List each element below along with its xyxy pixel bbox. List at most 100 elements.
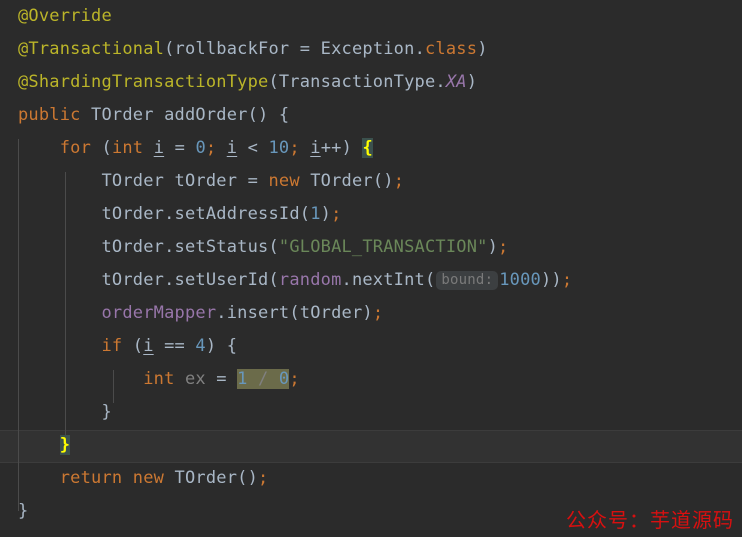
semicolon: ; bbox=[393, 171, 405, 191]
variable-i: i bbox=[143, 336, 154, 356]
keyword-new: new bbox=[132, 468, 165, 488]
dot: . bbox=[164, 270, 175, 290]
semicolon: ; bbox=[205, 138, 217, 158]
code-line-15[interactable]: return new TOrder(); bbox=[0, 462, 742, 495]
variable-i: i bbox=[310, 138, 321, 158]
paren-close: ) bbox=[362, 303, 373, 323]
paren-close: ) bbox=[320, 204, 332, 224]
code-line-1[interactable]: @Override bbox=[0, 0, 742, 33]
code-lines[interactable]: @Override @Transactional(rollbackFor = E… bbox=[0, 0, 742, 528]
paren-close: ) bbox=[477, 39, 488, 59]
keyword-public: public bbox=[18, 105, 81, 125]
paren-open: ( bbox=[268, 72, 279, 92]
string-global-transaction: "GLOBAL_TRANSACTION" bbox=[278, 237, 488, 257]
paren-close: ) bbox=[258, 105, 269, 125]
type-torder: TOrder bbox=[101, 171, 165, 191]
type-exception: Exception bbox=[320, 39, 415, 59]
number-0: 0 bbox=[195, 138, 206, 158]
variable-torder: tOrder bbox=[101, 237, 165, 257]
semicolon: ; bbox=[498, 237, 509, 257]
code-line-4[interactable]: public TOrder addOrder() { bbox=[0, 99, 742, 132]
brace-open: { bbox=[278, 105, 290, 125]
number-4: 4 bbox=[195, 336, 206, 356]
type-transactiontype: TransactionType bbox=[278, 72, 436, 92]
keyword-for: for bbox=[59, 138, 92, 158]
method-insert: insert bbox=[226, 303, 290, 323]
method-nextint: nextInt bbox=[351, 270, 425, 290]
paren-open: ( bbox=[424, 270, 436, 290]
annotation-shardingtransactiontype: @ShardingTransactionType bbox=[18, 72, 269, 92]
code-line-12[interactable]: int ex = 1 / 0; bbox=[0, 363, 742, 396]
division-by-zero-warning: 1 / 0 bbox=[237, 369, 290, 389]
equals-operator: = bbox=[247, 171, 259, 191]
equality-operator: == bbox=[164, 336, 185, 356]
code-line-3[interactable]: @ShardingTransactionType(TransactionType… bbox=[0, 66, 742, 99]
code-line-5[interactable]: for (int i = 0; i < 10; i++) { bbox=[0, 132, 742, 165]
paren-close: ) bbox=[466, 72, 478, 92]
matched-brace-open: { bbox=[362, 138, 373, 158]
method-setaddressid: setAddressId bbox=[174, 204, 300, 224]
paren-close: ) bbox=[551, 270, 562, 290]
variable-torder: tOrder bbox=[101, 204, 165, 224]
code-editor[interactable]: @Override @Transactional(rollbackFor = E… bbox=[0, 0, 742, 537]
divide-operator: / bbox=[258, 369, 269, 389]
type-torder: TOrder bbox=[91, 105, 154, 125]
semicolon: ; bbox=[372, 303, 384, 323]
keyword-int: int bbox=[111, 138, 144, 158]
parameter-hint-bound[interactable]: bound: bbox=[436, 271, 499, 290]
dot: . bbox=[341, 270, 352, 290]
semicolon: ; bbox=[331, 204, 342, 224]
variable-torder: tOrder bbox=[299, 303, 363, 323]
code-line-11[interactable]: if (i == 4) { bbox=[0, 330, 742, 363]
number-10: 10 bbox=[268, 138, 290, 158]
type-torder: TOrder bbox=[310, 171, 373, 191]
brace-open: { bbox=[226, 336, 238, 356]
code-line-9[interactable]: tOrder.setUserId(random.nextInt(bound: 10… bbox=[0, 264, 742, 297]
code-line-7[interactable]: tOrder.setAddressId(1); bbox=[0, 198, 742, 231]
code-line-10[interactable]: orderMapper.insert(tOrder); bbox=[0, 297, 742, 330]
code-line-6[interactable]: TOrder tOrder = new TOrder(); bbox=[0, 165, 742, 198]
method-addorder: addOrder bbox=[164, 105, 248, 125]
paren-close: ) bbox=[540, 270, 552, 290]
semicolon: ; bbox=[289, 369, 300, 389]
code-line-2[interactable]: @Transactional(rollbackFor = Exception.c… bbox=[0, 33, 742, 66]
paren-open: ( bbox=[101, 138, 112, 158]
paren-open: ( bbox=[132, 336, 144, 356]
paren-open: ( bbox=[164, 39, 175, 59]
variable-i: i bbox=[153, 138, 165, 158]
equals-operator: = bbox=[174, 138, 185, 158]
matched-brace-close: } bbox=[59, 435, 71, 455]
paren-open: ( bbox=[268, 237, 279, 257]
keyword-return: return bbox=[59, 468, 123, 488]
code-line-8[interactable]: tOrder.setStatus("GLOBAL_TRANSACTION"); bbox=[0, 231, 742, 264]
field-random: random bbox=[278, 270, 342, 290]
increment-operator: ++ bbox=[320, 138, 342, 158]
variable-i: i bbox=[226, 138, 238, 158]
semicolon: ; bbox=[289, 138, 300, 158]
variable-torder: tOrder bbox=[101, 270, 165, 290]
paren-close: ) bbox=[487, 237, 499, 257]
variable-torder: tOrder bbox=[174, 171, 238, 191]
keyword-int: int bbox=[143, 369, 175, 389]
code-line-13[interactable]: } bbox=[0, 396, 742, 429]
dot: . bbox=[164, 204, 175, 224]
keyword-class: class bbox=[425, 39, 478, 59]
number-0: 0 bbox=[278, 369, 290, 389]
paren-open: ( bbox=[372, 171, 384, 191]
paren-close: ) bbox=[383, 171, 394, 191]
paren-open: ( bbox=[299, 204, 311, 224]
equals-operator: = bbox=[299, 39, 311, 59]
paren-open: ( bbox=[247, 105, 259, 125]
paren-close: ) bbox=[247, 468, 259, 488]
type-torder: TOrder bbox=[174, 468, 238, 488]
number-1: 1 bbox=[237, 369, 248, 389]
method-setstatus: setStatus bbox=[174, 237, 269, 257]
paren-open: ( bbox=[237, 468, 248, 488]
number-1000: 1000 bbox=[499, 270, 541, 290]
param-rollbackfor: rollbackFor bbox=[174, 39, 290, 59]
code-line-14[interactable]: } bbox=[0, 429, 742, 462]
annotation-override: @Override bbox=[18, 6, 112, 26]
dot: . bbox=[164, 237, 175, 257]
equals-operator: = bbox=[216, 369, 227, 389]
paren-close: ) bbox=[205, 336, 217, 356]
